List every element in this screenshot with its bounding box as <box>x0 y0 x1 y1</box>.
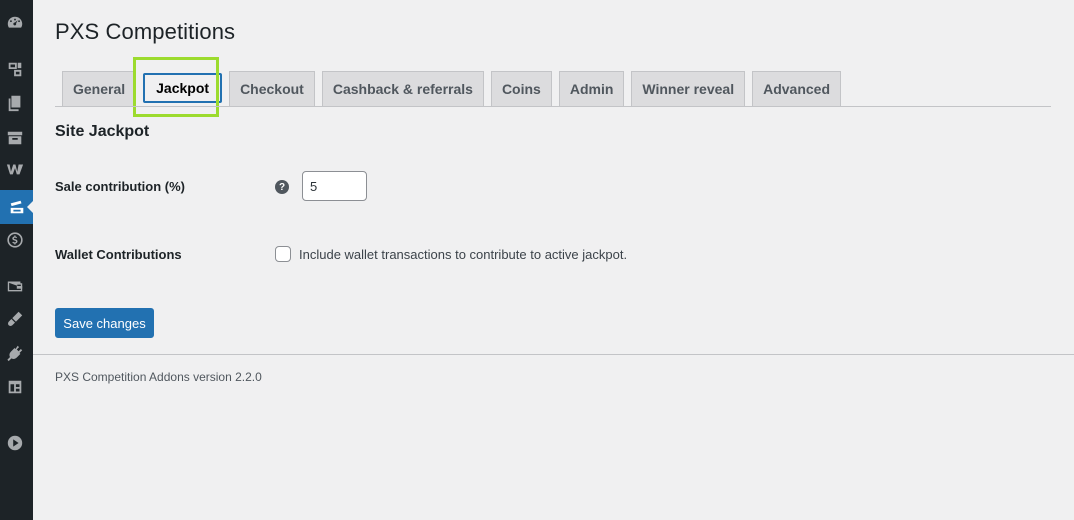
wallet-contributions-checkbox-label[interactable]: Include wallet transactions to contribut… <box>299 247 627 262</box>
tab-winner-reveal[interactable]: Winner reveal <box>631 71 746 106</box>
tab-admin[interactable]: Admin <box>558 71 625 106</box>
media-icon[interactable] <box>4 58 26 80</box>
admin-sidebar <box>0 0 33 520</box>
tab-coins[interactable]: Coins <box>490 71 552 106</box>
active-menu-indicator <box>27 201 33 213</box>
sale-contribution-input[interactable] <box>302 171 367 201</box>
tabs-divider <box>55 106 1051 107</box>
tab-advanced[interactable]: Advanced <box>752 71 842 106</box>
archive-icon[interactable] <box>4 127 26 149</box>
save-changes-button[interactable]: Save changes <box>55 308 154 338</box>
dashboard-icon[interactable] <box>4 12 26 34</box>
wallet-contributions-label: Wallet Contributions <box>55 247 182 262</box>
tab-general[interactable]: General <box>62 71 137 106</box>
payments-icon[interactable] <box>4 229 26 251</box>
woocommerce-icon[interactable] <box>4 158 26 180</box>
tab-checkout[interactable]: Checkout <box>229 71 315 106</box>
active-tab-highlight <box>133 57 219 117</box>
sale-contribution-label: Sale contribution (%) <box>55 179 185 194</box>
page-title: PXS Competitions <box>55 19 236 44</box>
appearance-icon[interactable] <box>4 308 26 330</box>
version-text: PXS Competition Addons version 2.2.0 <box>55 370 262 384</box>
wallet-icon[interactable] <box>4 275 26 297</box>
pages-icon[interactable] <box>4 92 26 114</box>
wallet-contributions-checkbox[interactable] <box>275 246 291 262</box>
plugins-icon[interactable] <box>4 342 26 364</box>
help-icon[interactable]: ? <box>275 180 289 194</box>
footer-divider <box>33 354 1074 355</box>
section-title: Site Jackpot <box>55 123 150 140</box>
play-icon[interactable] <box>4 432 26 454</box>
competitions-icon[interactable] <box>0 190 33 224</box>
tab-cashback-referrals[interactable]: Cashback & referrals <box>321 71 484 106</box>
tools-icon[interactable] <box>4 376 26 398</box>
